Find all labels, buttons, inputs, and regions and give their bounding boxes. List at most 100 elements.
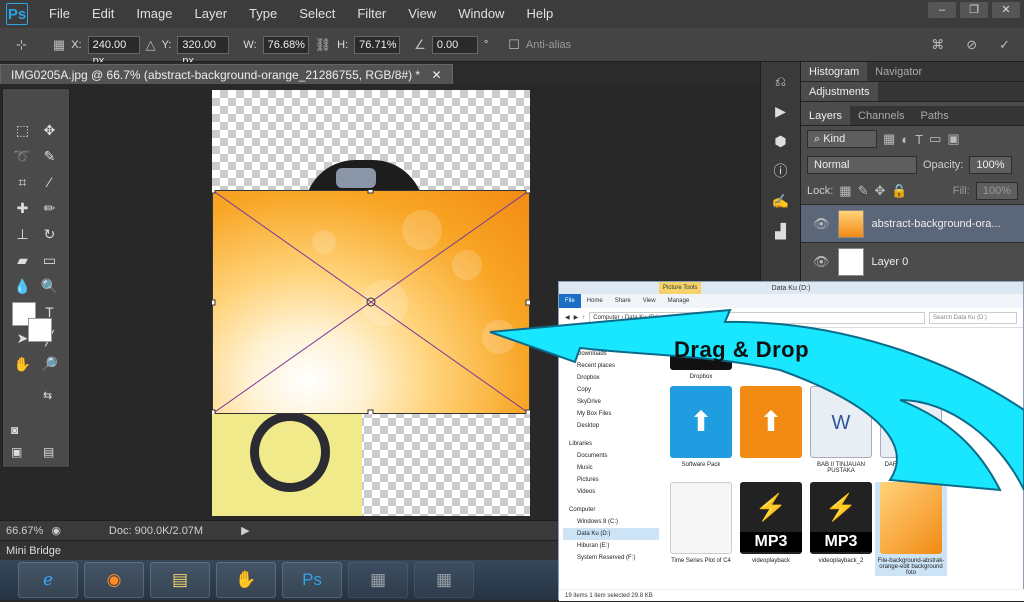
- info-panel-icon[interactable]: ⓘ: [761, 160, 800, 182]
- photoshop-taskbar-icon[interactable]: Ps: [282, 562, 342, 598]
- clone-source-icon[interactable]: ▟: [761, 220, 800, 242]
- dodge-tool-icon[interactable]: 🔍: [36, 275, 63, 297]
- screen-mode-alt-icon[interactable]: ▤: [43, 441, 54, 463]
- tab-channels[interactable]: Channels: [850, 106, 912, 125]
- degree-symbol: °: [483, 38, 489, 51]
- lock-image-icon[interactable]: ✎: [858, 183, 869, 199]
- background-color-swatch[interactable]: [28, 318, 52, 342]
- lock-all-icon[interactable]: 🔒: [891, 183, 907, 199]
- document-tab[interactable]: IMG0205A.jpg @ 66.7% (abstract-backgroun…: [0, 64, 453, 84]
- close-tab-icon[interactable]: ✕: [431, 68, 441, 82]
- close-icon[interactable]: ✕: [992, 2, 1020, 18]
- history-brush-icon[interactable]: ↻: [36, 223, 63, 245]
- filter-pixel-icon[interactable]: ▦: [883, 131, 895, 147]
- 3d-panel-icon[interactable]: ⬢: [761, 130, 800, 152]
- menu-layer[interactable]: Layer: [184, 0, 239, 28]
- x-label: X:: [71, 38, 82, 51]
- delta-icon[interactable]: △: [146, 37, 156, 53]
- blurred-taskbar-icon[interactable]: ▦: [348, 562, 408, 598]
- fill-label: Fill:: [952, 185, 970, 197]
- y-field[interactable]: 320.00 px: [177, 35, 230, 67]
- zoom-level[interactable]: 66.67%: [6, 525, 43, 537]
- visibility-eye-icon[interactable]: 👁: [813, 254, 830, 270]
- eraser-tool-icon[interactable]: ▰: [9, 249, 36, 271]
- layer-name[interactable]: Layer 0: [872, 256, 909, 268]
- menu-view[interactable]: View: [397, 0, 447, 28]
- restore-icon[interactable]: ❐: [960, 2, 988, 18]
- explorer-taskbar-icon[interactable]: ▤: [150, 562, 210, 598]
- commit-transform-icon[interactable]: ✓: [999, 37, 1010, 53]
- ie-taskbar-icon[interactable]: ℯ: [18, 562, 78, 598]
- lock-position-icon[interactable]: ✥: [875, 183, 886, 199]
- crop-tool-icon[interactable]: ⌗: [9, 171, 36, 193]
- marquee-tool-icon[interactable]: ⬚: [9, 119, 36, 141]
- cancel-transform-icon[interactable]: ⊘: [966, 37, 977, 53]
- tab-layers[interactable]: Layers: [801, 106, 851, 125]
- menu-edit[interactable]: Edit: [81, 0, 125, 28]
- healing-tool-icon[interactable]: ✚: [9, 197, 36, 219]
- w-field[interactable]: 76.68%: [262, 35, 309, 54]
- status-menu-icon[interactable]: ◉: [51, 524, 61, 537]
- lock-transparent-icon[interactable]: ▦: [839, 183, 851, 199]
- zoom-tool-icon[interactable]: 🔎: [36, 353, 63, 375]
- options-bar: ⊹ ▦ X: 240.00 px △ Y: 320.00 px W: 76.68…: [0, 28, 1024, 67]
- histogram-tabs: Histogram Navigator: [801, 62, 1024, 82]
- move-transform-icon[interactable]: ⊹: [16, 37, 27, 53]
- fill-field[interactable]: 100%: [975, 182, 1018, 200]
- lasso-tool-icon[interactable]: ➰: [9, 145, 36, 167]
- filter-smart-icon[interactable]: ▣: [947, 131, 959, 147]
- antialias-checkbox-icon[interactable]: ☐: [508, 37, 520, 53]
- h-field[interactable]: 76.71%: [354, 35, 401, 54]
- kind-filter-select[interactable]: ⌕ Kind: [807, 130, 877, 148]
- blur-tool-icon[interactable]: 💧: [9, 275, 36, 297]
- brush-presets-icon[interactable]: ✍: [761, 190, 800, 212]
- eyedropper-tool-icon[interactable]: ⁄: [36, 171, 63, 193]
- h-label: H:: [337, 38, 349, 51]
- blend-mode-select[interactable]: Normal: [807, 156, 917, 174]
- quick-mask-icon[interactable]: ◙: [11, 419, 18, 441]
- warp-icon[interactable]: ⌘: [931, 37, 944, 53]
- filter-type-icon[interactable]: T: [915, 132, 923, 147]
- menu-help[interactable]: Help: [515, 0, 564, 28]
- x-field[interactable]: 240.00 px: [87, 35, 140, 67]
- app-taskbar-icon[interactable]: ✋: [216, 562, 276, 598]
- tab-paths[interactable]: Paths: [913, 106, 957, 125]
- layer-row[interactable]: 👁 Layer 0: [801, 242, 1024, 280]
- layer-row[interactable]: 👁 abstract-background-ora...: [801, 204, 1024, 242]
- filter-shape-icon[interactable]: ▭: [929, 131, 941, 147]
- menu-select[interactable]: Select: [288, 0, 346, 28]
- tab-navigator[interactable]: Navigator: [867, 62, 930, 81]
- explorer-title: Data Ku (D:): [771, 284, 811, 292]
- drag-drop-label: Drag & Drop: [674, 337, 810, 362]
- swap-colors-icon[interactable]: ⇆: [43, 385, 52, 407]
- opacity-field[interactable]: 100%: [969, 156, 1012, 174]
- gradient-tool-icon[interactable]: ▭: [36, 249, 63, 271]
- brush-tool-icon[interactable]: ✏: [36, 197, 63, 219]
- status-arrow-icon[interactable]: ▶: [241, 524, 249, 537]
- menu-window[interactable]: Window: [447, 0, 515, 28]
- minimize-icon[interactable]: –: [928, 2, 956, 18]
- menu-type[interactable]: Type: [238, 0, 288, 28]
- tab-adjustments[interactable]: Adjustments: [801, 82, 878, 101]
- hand-tool-icon[interactable]: ✋: [9, 353, 36, 375]
- firefox-taskbar-icon[interactable]: ◉: [84, 562, 144, 598]
- document-tab-bar: IMG0205A.jpg @ 66.7% (abstract-backgroun…: [0, 62, 760, 84]
- quick-select-tool-icon[interactable]: ✎: [36, 145, 63, 167]
- visibility-eye-icon[interactable]: 👁: [813, 216, 830, 232]
- angle-field[interactable]: 0.00: [431, 35, 478, 54]
- tab-histogram[interactable]: Histogram: [801, 62, 868, 81]
- filter-adjust-icon[interactable]: ◐: [901, 132, 909, 147]
- menu-file[interactable]: File: [38, 0, 81, 28]
- actions-panel-icon[interactable]: ▶: [761, 100, 800, 122]
- reference-point-icon[interactable]: ▦: [53, 37, 65, 53]
- shirt-ring-image: [250, 412, 330, 492]
- blurred-taskbar-icon-2[interactable]: ▦: [414, 562, 474, 598]
- move-tool-icon[interactable]: ✥: [36, 119, 63, 141]
- menu-image[interactable]: Image: [125, 0, 183, 28]
- menu-filter[interactable]: Filter: [346, 0, 397, 28]
- link-icon[interactable]: ⛓: [315, 37, 332, 53]
- stamp-tool-icon[interactable]: ⊥: [9, 223, 36, 245]
- screen-mode-icon[interactable]: ▣: [11, 441, 22, 463]
- layer-name[interactable]: abstract-background-ora...: [872, 218, 1001, 230]
- history-panel-icon[interactable]: ⎌: [761, 70, 800, 92]
